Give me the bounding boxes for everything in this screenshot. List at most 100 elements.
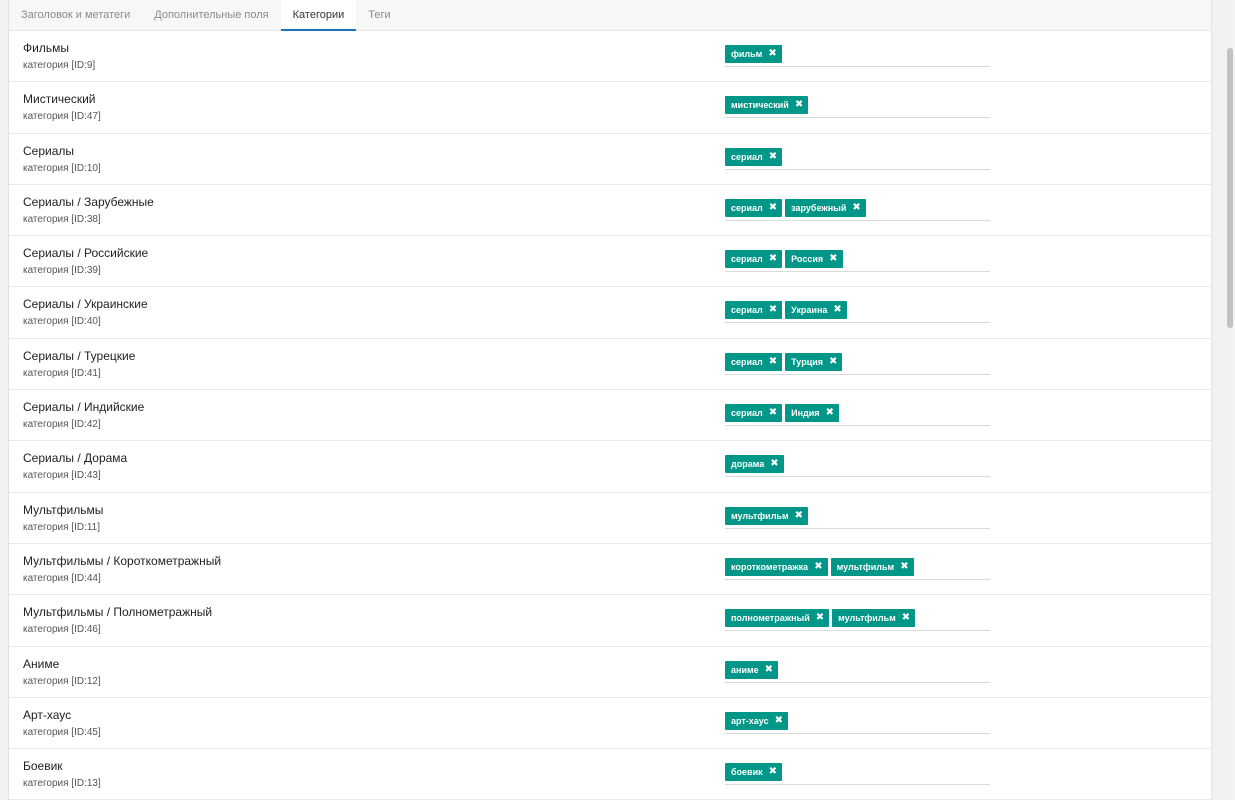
tag-input-field[interactable]: боевик ✖ [725,763,990,786]
category-row: Арт-хаус категория [ID:45] арт-хаус ✖ [9,698,1211,750]
category-row: Сериалы / Турецкие категория [ID:41] сериа… [9,339,1211,391]
category-row: Сериалы категория [ID:10] сериал ✖ [9,134,1211,185]
tag-input-field[interactable]: короткометражка ✖ мультфильм ✖ [725,557,990,580]
tag-label: сериал [731,356,763,367]
category-row: Сериалы / Индийские категория [ID:42] сери… [9,390,1211,442]
tab-title-meta[interactable]: Заголовок и метатеги [9,0,142,30]
tab-extra-fields[interactable]: Дополнительные поля [142,0,280,30]
tag-chip: сериал ✖ [725,250,783,269]
close-icon[interactable]: ✖ [852,202,860,213]
tag-chip: Украина ✖ [785,301,847,320]
tag-chip: аниме ✖ [725,660,779,679]
category-meta: категория [ID:9] [23,60,96,71]
close-icon[interactable]: ✖ [814,561,822,572]
tag-input-field[interactable]: сериал ✖ Индия ✖ [725,404,990,427]
tag-label: мультфильм [836,561,895,572]
tag-input-field[interactable]: мистический ✖ [725,96,990,119]
category-meta: категория [ID:38] [23,213,101,225]
close-icon[interactable]: ✖ [769,151,777,162]
close-icon[interactable]: ✖ [769,767,777,777]
tag-label: сериал [731,202,763,213]
close-icon[interactable]: ✖ [816,613,824,623]
tag-chip: фильм ✖ [725,45,782,63]
close-icon[interactable]: ✖ [795,510,803,521]
tag-label: сериал [731,408,763,419]
category-row: Мультфильмы категория [ID:11] мультфильм ✖ [9,493,1211,544]
tag-chip: мистический ✖ [725,96,809,115]
scrollbar-thumb[interactable] [1227,48,1233,328]
tag-input-field[interactable]: дорама ✖ [725,455,990,478]
close-icon[interactable]: ✖ [902,613,910,623]
tag-chip: сериал ✖ [725,147,783,166]
tag-label: зарубежный [791,202,847,213]
close-icon[interactable]: ✖ [829,254,837,264]
tag-chip: боевик ✖ [725,763,783,782]
category-meta: категория [ID:46] [23,624,101,636]
tag-input-field[interactable]: арт-хаус ✖ [725,711,990,734]
tag-chip: Индия ✖ [785,404,839,423]
tag-input-field[interactable]: мультфильм ✖ [725,506,990,529]
tag-chip: полнометражный ✖ [725,609,830,628]
category-meta: категория [ID:13] [23,778,101,790]
tag-label: полнометражный [731,613,810,624]
category-name: Арт-хаус [23,707,72,722]
close-icon[interactable]: ✖ [769,408,777,418]
tag-chip: Турция ✖ [785,352,843,371]
close-icon[interactable]: ✖ [826,408,834,418]
close-icon[interactable]: ✖ [833,305,841,315]
tag-input-field[interactable]: фильм ✖ [725,45,990,67]
tag-chip: арт-хаус ✖ [725,711,788,730]
tag-input-field[interactable]: сериал ✖ [725,147,990,170]
category-name: Мультфильмы / Короткометражный [23,553,222,568]
category-meta: категория [ID:45] [23,726,101,738]
category-row: Сериалы / Украинские категория [ID:40] сер… [9,287,1211,339]
tag-input-field[interactable]: полнометражный ✖ мультфильм ✖ [725,609,990,632]
tag-input-field[interactable]: аниме ✖ [725,660,990,683]
category-name: Боевик [23,759,63,774]
tag-label: мультфильм [838,613,896,624]
tag-chip: дорама ✖ [725,455,784,474]
close-icon[interactable]: ✖ [768,49,776,59]
tag-chip: Россия ✖ [785,250,843,269]
tag-label: мистический [731,100,789,111]
close-icon[interactable]: ✖ [769,202,777,213]
tab-tags[interactable]: Теги [356,0,402,30]
tag-chip: сериал ✖ [725,352,783,371]
category-name: Сериалы / Зарубежные [23,194,154,209]
tag-chip: мультфильм ✖ [725,506,808,525]
close-icon[interactable]: ✖ [769,356,777,367]
tag-label: фильм [731,49,763,59]
close-icon[interactable]: ✖ [775,715,783,726]
tag-input-field[interactable]: сериал ✖ зарубежный ✖ [725,198,990,221]
tag-label: сериал [731,305,763,316]
close-icon[interactable]: ✖ [769,254,777,264]
tag-label: арт-хаус [731,715,769,726]
tag-label: аниме [731,664,759,675]
category-name: Сериалы [23,143,75,158]
category-row: Боевик категория [ID:13] боевик ✖ [9,749,1211,800]
tag-chip: короткометражка ✖ [725,557,828,576]
close-icon[interactable]: ✖ [829,356,837,367]
tag-input-field[interactable]: сериал ✖ Россия ✖ [725,250,990,273]
close-icon[interactable]: ✖ [770,459,778,469]
close-icon[interactable]: ✖ [765,664,773,675]
category-meta: категория [ID:10] [23,162,101,174]
tag-input-field[interactable]: сериал ✖ Турция ✖ [725,352,990,375]
category-tags-panel: Заголовок и метатеги Дополнительные поля… [8,0,1212,800]
close-icon[interactable]: ✖ [900,561,908,572]
close-icon[interactable]: ✖ [769,305,777,315]
category-name: Сериалы / Индийские [23,400,145,415]
tag-input-field[interactable]: сериал ✖ Украина ✖ [725,301,990,324]
tag-chip: мультфильм ✖ [832,609,916,628]
close-icon[interactable]: ✖ [795,100,803,110]
category-meta: категория [ID:41] [23,367,101,379]
tag-label: дорама [731,459,765,470]
page-scrollbar[interactable] [1225,0,1235,800]
tag-label: Индия [791,408,820,419]
category-meta: категория [ID:11] [23,521,101,533]
category-row: Мультфильмы / Короткометражный категория … [9,544,1211,596]
tab-categories[interactable]: Категории [280,0,357,31]
category-meta: категория [ID:40] [23,316,101,328]
tag-chip: сериал ✖ [725,198,783,217]
tag-label: боевик [731,767,763,778]
